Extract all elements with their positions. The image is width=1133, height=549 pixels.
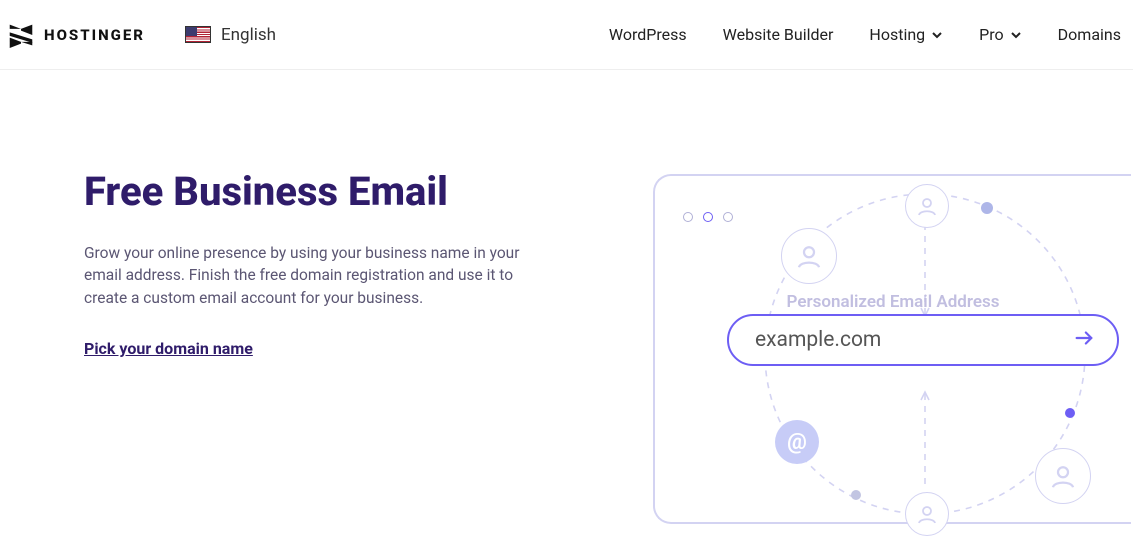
hero-description: Grow your online presence by using your … (84, 242, 544, 309)
nav-builder-label: Website Builder (723, 25, 834, 44)
arrow-right-icon (1073, 327, 1095, 353)
accent-dot-icon (851, 490, 861, 500)
nav-domains[interactable]: Domains (1058, 25, 1121, 44)
accent-dot-icon (1065, 408, 1075, 418)
site-header: HOSTINGER English WordPress Website Buil… (0, 0, 1133, 70)
domain-search-input[interactable]: example.com (727, 314, 1119, 366)
brand-logo[interactable]: HOSTINGER (8, 22, 145, 48)
domain-search-value: example.com (755, 328, 881, 352)
hero-title: Free Business Email (84, 170, 544, 214)
brand-logo-icon (8, 22, 34, 48)
nav-hosting[interactable]: Hosting (869, 25, 943, 44)
user-avatar-icon (781, 228, 837, 284)
at-symbol-icon: @ (775, 420, 819, 464)
illustration-card: Personalized Email Address example.com @ (653, 174, 1131, 524)
accent-dot-icon (981, 202, 993, 214)
nav-wordpress[interactable]: WordPress (609, 25, 687, 44)
window-controls (683, 212, 733, 222)
hero-illustration: Personalized Email Address example.com @ (653, 174, 1133, 534)
flag-us-icon (185, 26, 211, 43)
window-dot-icon (683, 212, 693, 222)
language-selector[interactable]: English (185, 25, 276, 45)
hero-text-block: Free Business Email Grow your online pre… (84, 170, 544, 358)
nav-wordpress-label: WordPress (609, 25, 687, 44)
nav-website-builder[interactable]: Website Builder (723, 25, 834, 44)
chevron-down-icon (931, 29, 943, 41)
primary-nav: WordPress Website Builder Hosting Pro Do… (609, 25, 1121, 44)
illustration-label: Personalized Email Address (655, 292, 1131, 312)
user-avatar-icon (905, 492, 949, 536)
nav-pro-label: Pro (979, 25, 1003, 44)
nav-domains-label: Domains (1058, 25, 1121, 44)
nav-pro[interactable]: Pro (979, 25, 1021, 44)
user-avatar-icon (1035, 448, 1091, 504)
window-dot-icon (703, 212, 713, 222)
header-left-group: HOSTINGER English (4, 22, 276, 48)
window-dot-icon (723, 212, 733, 222)
hero-cta-link[interactable]: Pick your domain name (84, 339, 253, 358)
chevron-down-icon (1010, 29, 1022, 41)
language-label: English (221, 25, 276, 45)
brand-name: HOSTINGER (44, 26, 145, 44)
user-avatar-icon (905, 184, 949, 228)
nav-hosting-label: Hosting (869, 25, 925, 44)
